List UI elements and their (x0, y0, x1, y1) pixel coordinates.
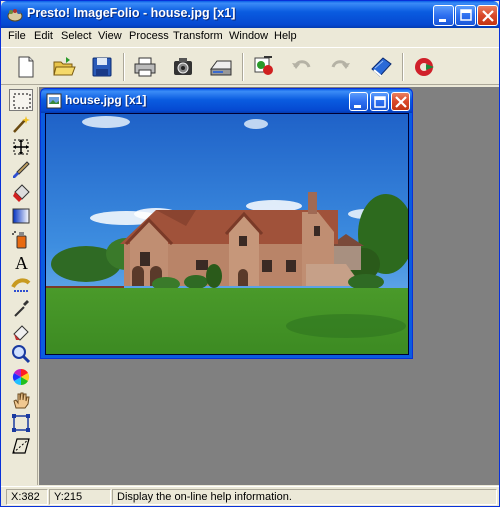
main-toolbar (1, 47, 499, 85)
menu-help[interactable]: Help (274, 30, 297, 42)
menu-edit[interactable]: Edit (34, 30, 53, 42)
tool-gradient[interactable] (9, 205, 33, 227)
acquire-camera-icon (174, 58, 192, 75)
document-title: house.jpg [x1] (65, 93, 147, 107)
window-title: Presto! ImageFolio - house.jpg [x1] (27, 6, 236, 20)
scanner-icon (210, 60, 232, 76)
tool-palette: A (5, 87, 38, 485)
skew-icon (12, 438, 30, 454)
tool-text[interactable]: A (9, 251, 33, 273)
tool-spray-can[interactable] (9, 228, 33, 250)
image-canvas[interactable] (45, 113, 409, 355)
new-button[interactable] (10, 51, 42, 83)
document-window[interactable]: house.jpg [x1] (40, 88, 413, 359)
gradient-icon (12, 208, 30, 224)
toolbar-separator (402, 53, 404, 81)
help-book-icon (371, 57, 392, 77)
undo-button[interactable] (286, 51, 318, 83)
maximize-icon (460, 9, 472, 21)
fill-bucket-icon (13, 184, 30, 202)
magic-wand-icon (13, 116, 30, 133)
tool-clone-stamp[interactable] (9, 274, 33, 296)
status-x-coordinate: X:382 (6, 489, 48, 505)
menu-transform[interactable]: Transform (173, 30, 223, 42)
tool-zoom[interactable] (9, 343, 33, 365)
redo-button[interactable] (324, 51, 356, 83)
exit-icon (415, 58, 434, 76)
tool-magic-wand[interactable] (9, 113, 33, 135)
tool-move[interactable] (9, 136, 33, 158)
app-icon (7, 9, 23, 22)
document-title-bar[interactable]: house.jpg [x1] (41, 89, 412, 113)
save-button[interactable] (86, 51, 118, 83)
status-message: Display the on-line help information. (112, 489, 497, 505)
color-wheel-icon (12, 368, 30, 386)
maximize-icon (374, 96, 386, 108)
doc-close-button[interactable] (391, 92, 410, 111)
close-icon (395, 96, 407, 108)
print-icon (134, 57, 156, 77)
menu-select[interactable]: Select (61, 30, 92, 42)
move-icon (13, 139, 29, 155)
eraser-icon (13, 325, 29, 341)
menu-window[interactable]: Window (229, 30, 268, 42)
close-icon (482, 10, 494, 22)
effects-button[interactable] (248, 51, 280, 83)
application-window: Presto! ImageFolio - house.jpg [x1] File… (0, 0, 500, 507)
redo-icon (331, 60, 350, 69)
print-button[interactable] (129, 51, 161, 83)
open-folder-icon (53, 57, 76, 76)
new-document-icon (18, 56, 34, 78)
tool-fill-bucket[interactable] (9, 182, 33, 204)
eyedropper-icon (14, 300, 29, 317)
save-disk-icon (92, 57, 112, 77)
toolbar-separator (242, 53, 244, 81)
zoom-icon (12, 345, 31, 364)
close-button[interactable] (477, 5, 498, 26)
menu-process[interactable]: Process (129, 30, 169, 42)
tool-eraser[interactable] (9, 320, 33, 342)
exit-button[interactable] (409, 51, 441, 83)
minimize-button[interactable] (433, 5, 454, 26)
tool-crop[interactable] (9, 412, 33, 434)
undo-icon (292, 60, 311, 69)
crop-icon (12, 414, 30, 432)
doc-minimize-button[interactable] (349, 92, 368, 111)
title-bar[interactable]: Presto! ImageFolio - house.jpg [x1] (1, 1, 499, 28)
brush-icon (13, 161, 30, 178)
tool-color-wheel[interactable] (9, 366, 33, 388)
status-y-coordinate: Y:215 (49, 489, 111, 505)
house-photo (46, 114, 408, 354)
spray-can-icon (12, 231, 27, 249)
status-bar: X:382 Y:215 Display the on-line help inf… (1, 486, 499, 506)
clone-stamp-icon (11, 278, 31, 292)
minimize-icon (354, 105, 361, 108)
svg-text:A: A (15, 253, 28, 272)
tool-hand[interactable] (9, 389, 33, 411)
tool-rectangle-select[interactable] (9, 89, 33, 111)
menu-bar: File Edit Select View Process Transform … (1, 28, 499, 47)
tool-brush[interactable] (9, 159, 33, 181)
maximize-button[interactable] (455, 5, 476, 26)
hand-pan-icon (13, 392, 30, 409)
open-button[interactable] (48, 51, 80, 83)
text-tool-icon: A (15, 253, 28, 272)
tool-eyedropper[interactable] (9, 297, 33, 319)
acquire-button[interactable] (167, 51, 199, 83)
scan-button[interactable] (205, 51, 237, 83)
doc-maximize-button[interactable] (370, 92, 389, 111)
help-button[interactable] (365, 51, 397, 83)
effects-icon (254, 56, 273, 75)
toolbar-separator (123, 53, 125, 81)
tool-skew[interactable] (9, 435, 33, 457)
image-document-icon (46, 93, 62, 109)
menu-file[interactable]: File (8, 30, 26, 42)
menu-view[interactable]: View (98, 30, 122, 42)
minimize-icon (439, 19, 446, 22)
rectangle-select-icon (13, 93, 31, 109)
